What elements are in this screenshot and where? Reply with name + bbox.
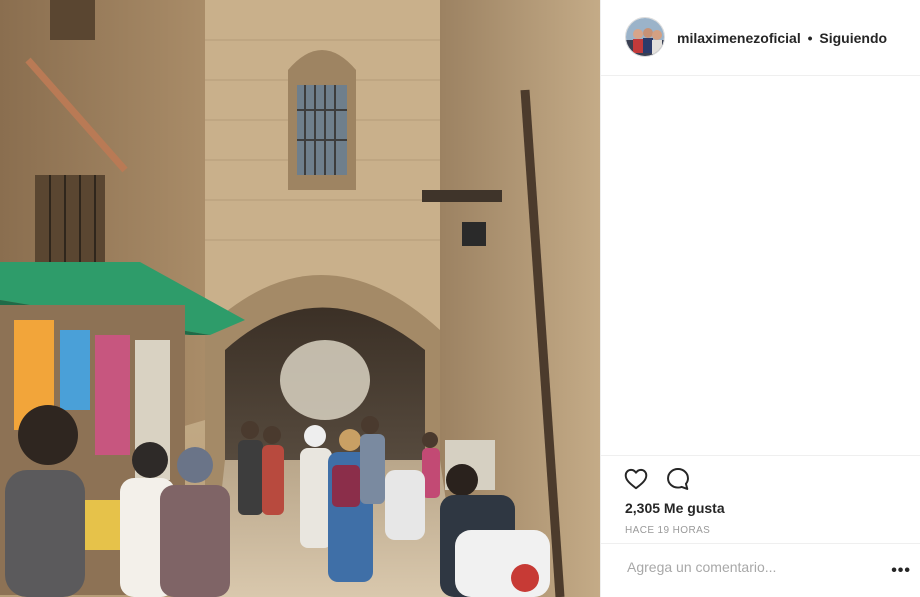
post-header: milaximenezoficial • Siguiendo [601,0,920,76]
following-button[interactable]: Siguiendo [819,30,887,46]
post-timestamp[interactable]: HACE 19 HORAS [625,525,710,536]
heart-icon-graphic [624,468,648,490]
separator-dot: • [807,30,813,46]
post-photo[interactable] [0,0,600,597]
avatar[interactable] [625,17,665,57]
comment-icon-graphic [667,468,689,490]
comment-bubble-icon[interactable] [665,466,691,492]
header-text: milaximenezoficial • Siguiendo [677,30,887,46]
likes-count[interactable]: 2,305 Me gusta [625,500,725,516]
instagram-post: milaximenezoficial • Siguiendo 2,305 Me … [0,0,920,597]
heart-icon[interactable] [623,466,649,492]
action-bar [601,455,920,490]
post-sidebar: milaximenezoficial • Siguiendo 2,305 Me … [600,0,920,597]
photo-jerusalem-street [0,0,600,597]
username-link[interactable]: milaximenezoficial [677,30,801,46]
comment-bar: ••• [601,543,920,597]
avatar-image [626,18,664,56]
more-options-icon[interactable]: ••• [891,562,911,580]
comment-input[interactable] [625,558,879,576]
